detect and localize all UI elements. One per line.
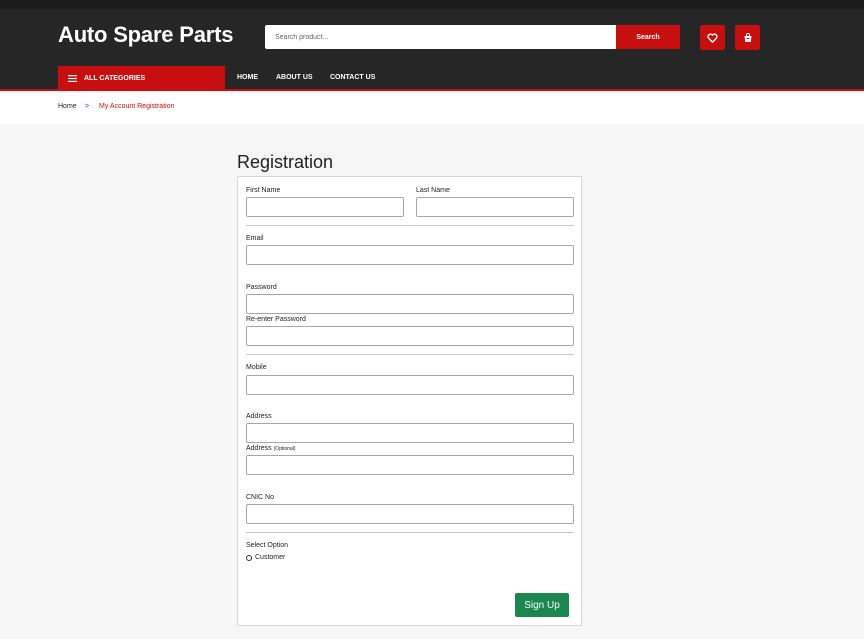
sign-up-button[interactable]: Sign Up: [515, 593, 569, 617]
reenter-password-label: Re-enter Password: [246, 316, 306, 323]
nav-about-us[interactable]: ABOUT US: [276, 74, 313, 81]
nav-contact-us[interactable]: CONTACT US: [330, 74, 375, 81]
address-optional-label: Address (Optional): [246, 445, 296, 452]
divider: [246, 532, 574, 533]
mobile-field[interactable]: [246, 375, 574, 395]
address-field[interactable]: [246, 423, 574, 443]
first-name-field[interactable]: [246, 197, 404, 217]
last-name-label: Last Name: [416, 187, 450, 194]
page-title: Registration: [237, 152, 334, 172]
select-option-label: Select Option: [246, 542, 289, 549]
cnic-label: CNIC No: [246, 494, 275, 501]
password-label: Password: [246, 284, 277, 291]
breadcrumb-current: My Account Registration: [99, 103, 175, 110]
optional-tag: (Optional): [273, 446, 296, 452]
breadcrumb-home[interactable]: Home: [58, 103, 77, 110]
search-input[interactable]: [265, 25, 616, 49]
first-name-label: First Name: [246, 187, 281, 194]
email-field[interactable]: [246, 245, 574, 265]
address-optional-field[interactable]: [246, 455, 574, 475]
main-nav: ALL CATEGORIES HOME ABOUT US CONTACT US: [0, 66, 864, 91]
password-field[interactable]: [246, 294, 574, 314]
all-categories-button[interactable]: ALL CATEGORIES: [58, 66, 225, 91]
last-name-field[interactable]: [416, 197, 574, 217]
top-header: Auto Spare Parts Search: [0, 0, 864, 66]
divider: [246, 225, 574, 226]
breadcrumb-separator: >: [85, 103, 90, 110]
all-categories-label: ALL CATEGORIES: [84, 75, 146, 82]
breadcrumb: Home > My Account Registration: [0, 93, 864, 124]
customer-radio[interactable]: [246, 555, 252, 561]
cart-icon: [744, 32, 751, 42]
nav-home[interactable]: HOME: [237, 74, 258, 81]
email-label: Email: [246, 235, 264, 242]
reenter-password-field[interactable]: [246, 326, 574, 346]
wishlist-button[interactable]: [700, 25, 725, 50]
cnic-field[interactable]: [246, 504, 574, 524]
registration-form: First Name Last Name Email Password Re-e…: [237, 176, 582, 626]
menu-icon: [68, 75, 77, 82]
divider: [246, 354, 574, 355]
cart-button[interactable]: [735, 25, 760, 50]
address-label: Address: [246, 413, 272, 420]
site-logo[interactable]: Auto Spare Parts: [58, 22, 233, 48]
customer-radio-label[interactable]: Customer: [255, 554, 285, 561]
search-button[interactable]: Search: [616, 25, 680, 49]
address-optional-label-text: Address: [246, 445, 272, 452]
search-bar: Search: [265, 25, 680, 49]
heart-icon: [707, 32, 718, 43]
mobile-label: Mobile: [246, 364, 267, 371]
